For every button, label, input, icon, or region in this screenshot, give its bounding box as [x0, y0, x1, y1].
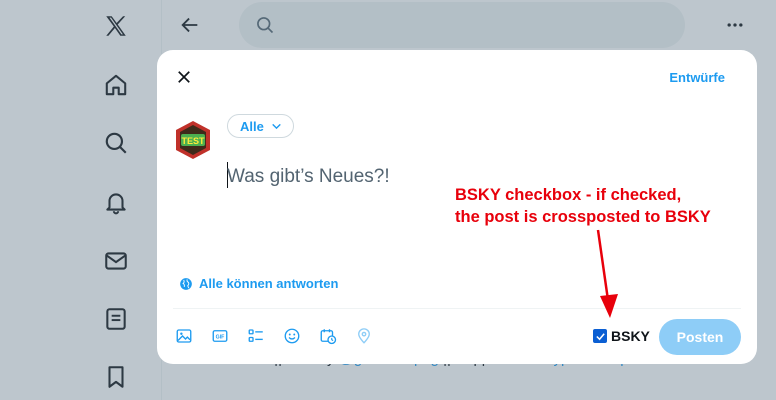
image-button[interactable]	[173, 325, 195, 347]
audience-selector[interactable]: Alle	[227, 114, 294, 138]
emoji-button[interactable]	[281, 325, 303, 347]
compose-toolbar: GIF	[173, 325, 375, 347]
reply-settings-label: Alle können antworten	[199, 276, 339, 291]
close-button[interactable]	[169, 62, 199, 92]
globe-icon	[180, 277, 192, 290]
location-button[interactable]	[353, 325, 375, 347]
poll-button[interactable]	[245, 325, 267, 347]
close-icon	[178, 71, 190, 83]
svg-text:GIF: GIF	[216, 334, 226, 340]
checkmark-icon	[595, 332, 605, 340]
annotation-arrow-icon	[596, 229, 618, 318]
bsky-checkbox[interactable]	[593, 329, 607, 343]
annotation-text: BSKY checkbox - if checked, the post is …	[455, 184, 711, 228]
emoji-icon	[284, 328, 300, 344]
annotation-line: BSKY checkbox - if checked,	[455, 186, 682, 204]
reply-settings-button[interactable]: Alle können antworten	[179, 276, 338, 291]
annotation-line: the post is crossposted to BSKY	[455, 208, 711, 226]
poll-icon	[248, 329, 263, 342]
bsky-crosspost-toggle: BSKY	[593, 328, 650, 344]
audience-label: Alle	[240, 118, 264, 134]
schedule-button[interactable]	[317, 325, 339, 347]
schedule-icon	[320, 329, 337, 345]
chevron-down-icon	[272, 123, 281, 129]
avatar[interactable]: TEST	[173, 120, 213, 160]
post-button[interactable]: Posten	[659, 319, 741, 355]
gif-icon: GIF	[212, 330, 228, 342]
divider	[173, 308, 741, 309]
drafts-button[interactable]: Entwürfe	[669, 70, 725, 85]
gif-button[interactable]: GIF	[209, 325, 231, 347]
bsky-label: BSKY	[611, 328, 650, 344]
image-icon	[176, 329, 192, 343]
avatar-label: TEST	[181, 136, 205, 146]
location-icon	[358, 328, 370, 344]
